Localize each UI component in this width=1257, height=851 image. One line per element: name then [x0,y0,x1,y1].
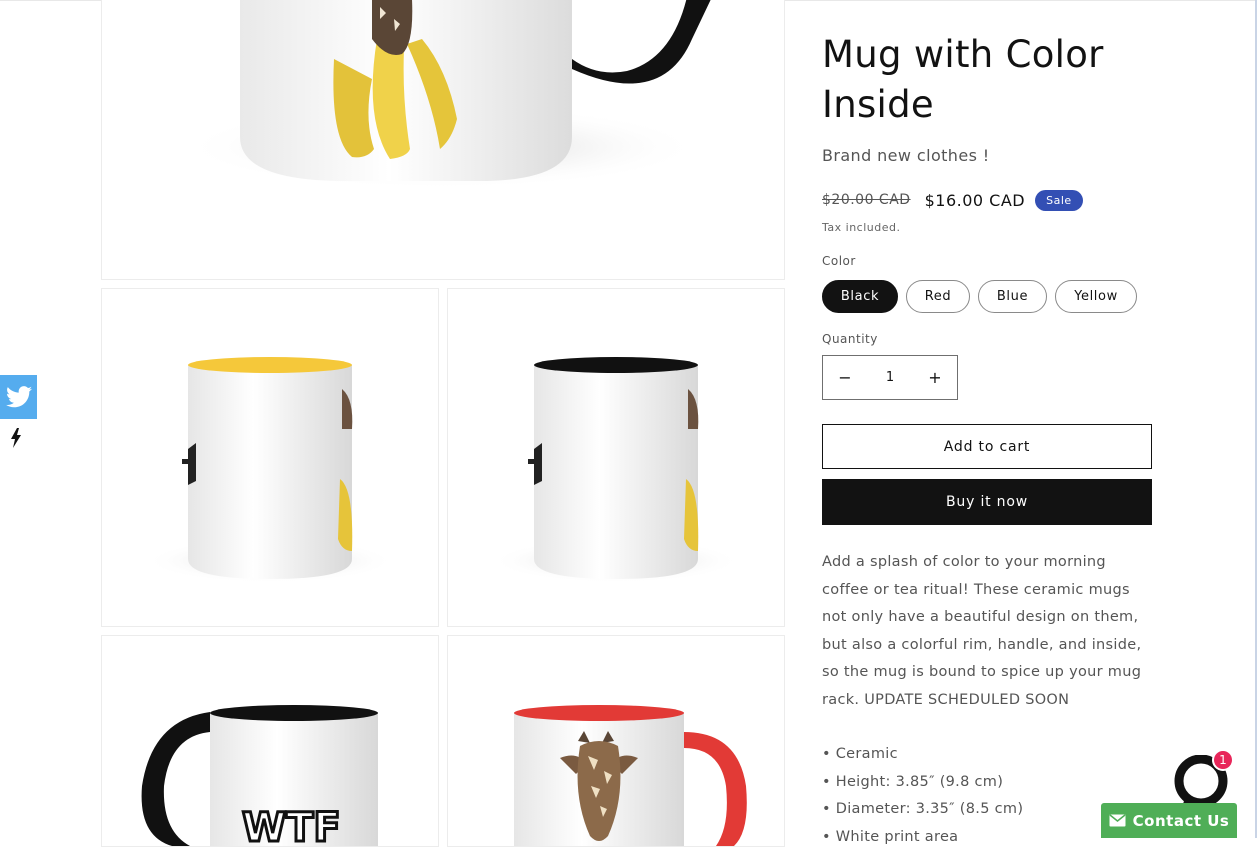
sale-badge: Sale [1035,190,1083,211]
tax-note: Tax included. [822,221,900,234]
quantity-increase-button[interactable]: + [913,356,957,399]
quantity-stepper: − 1 + [822,355,958,400]
spec-item: • Height: 3.85″ (9.8 cm) [822,769,1152,797]
product-image-yellow[interactable] [101,288,439,627]
lightning-icon[interactable] [9,428,23,448]
color-option-red[interactable]: Red [906,280,970,313]
twitter-icon [6,386,32,408]
regular-price: $20.00 CAD [822,192,911,208]
color-swatches: Black Red Blue Yellow [822,280,1137,313]
add-to-cart-button[interactable]: Add to cart [822,424,1152,469]
mug-yellow-image [102,289,438,626]
twitter-share-button[interactable] [0,375,37,419]
quantity-input[interactable]: 1 [867,370,913,385]
contact-us-label: Contact Us [1133,812,1230,830]
buy-now-button[interactable]: Buy it now [822,479,1152,525]
color-option-yellow[interactable]: Yellow [1055,280,1137,313]
color-label: Color [822,254,856,268]
mug-wtf-image: WTF [102,636,438,846]
product-image-main[interactable] [101,0,785,280]
price-row: $20.00 CAD $16.00 CAD Sale [822,187,1083,213]
spec-item: • Ceramic [822,741,1152,769]
mug-banana-image [102,0,784,279]
mug-black-image [448,289,784,626]
quantity-decrease-button[interactable]: − [823,356,867,399]
product-description: Add a splash of color to your morning co… [822,549,1152,714]
color-option-blue[interactable]: Blue [978,280,1047,313]
product-title: Mug with Color Inside [822,30,1152,130]
contact-us-button[interactable]: Contact Us [1101,803,1237,838]
sale-price: $16.00 CAD [925,191,1026,210]
color-option-black[interactable]: Black [822,280,898,313]
product-subtitle: Brand new clothes ! [822,146,990,165]
product-image-red[interactable] [447,635,785,847]
mug-giraffe-image [448,636,784,846]
quantity-label: Quantity [822,332,878,346]
product-image-black[interactable] [447,288,785,627]
product-image-black-front[interactable]: WTF [101,635,439,847]
envelope-icon [1109,814,1126,827]
unread-count-badge: 1 [1212,749,1234,771]
mug-print-text: WTF [242,805,341,846]
